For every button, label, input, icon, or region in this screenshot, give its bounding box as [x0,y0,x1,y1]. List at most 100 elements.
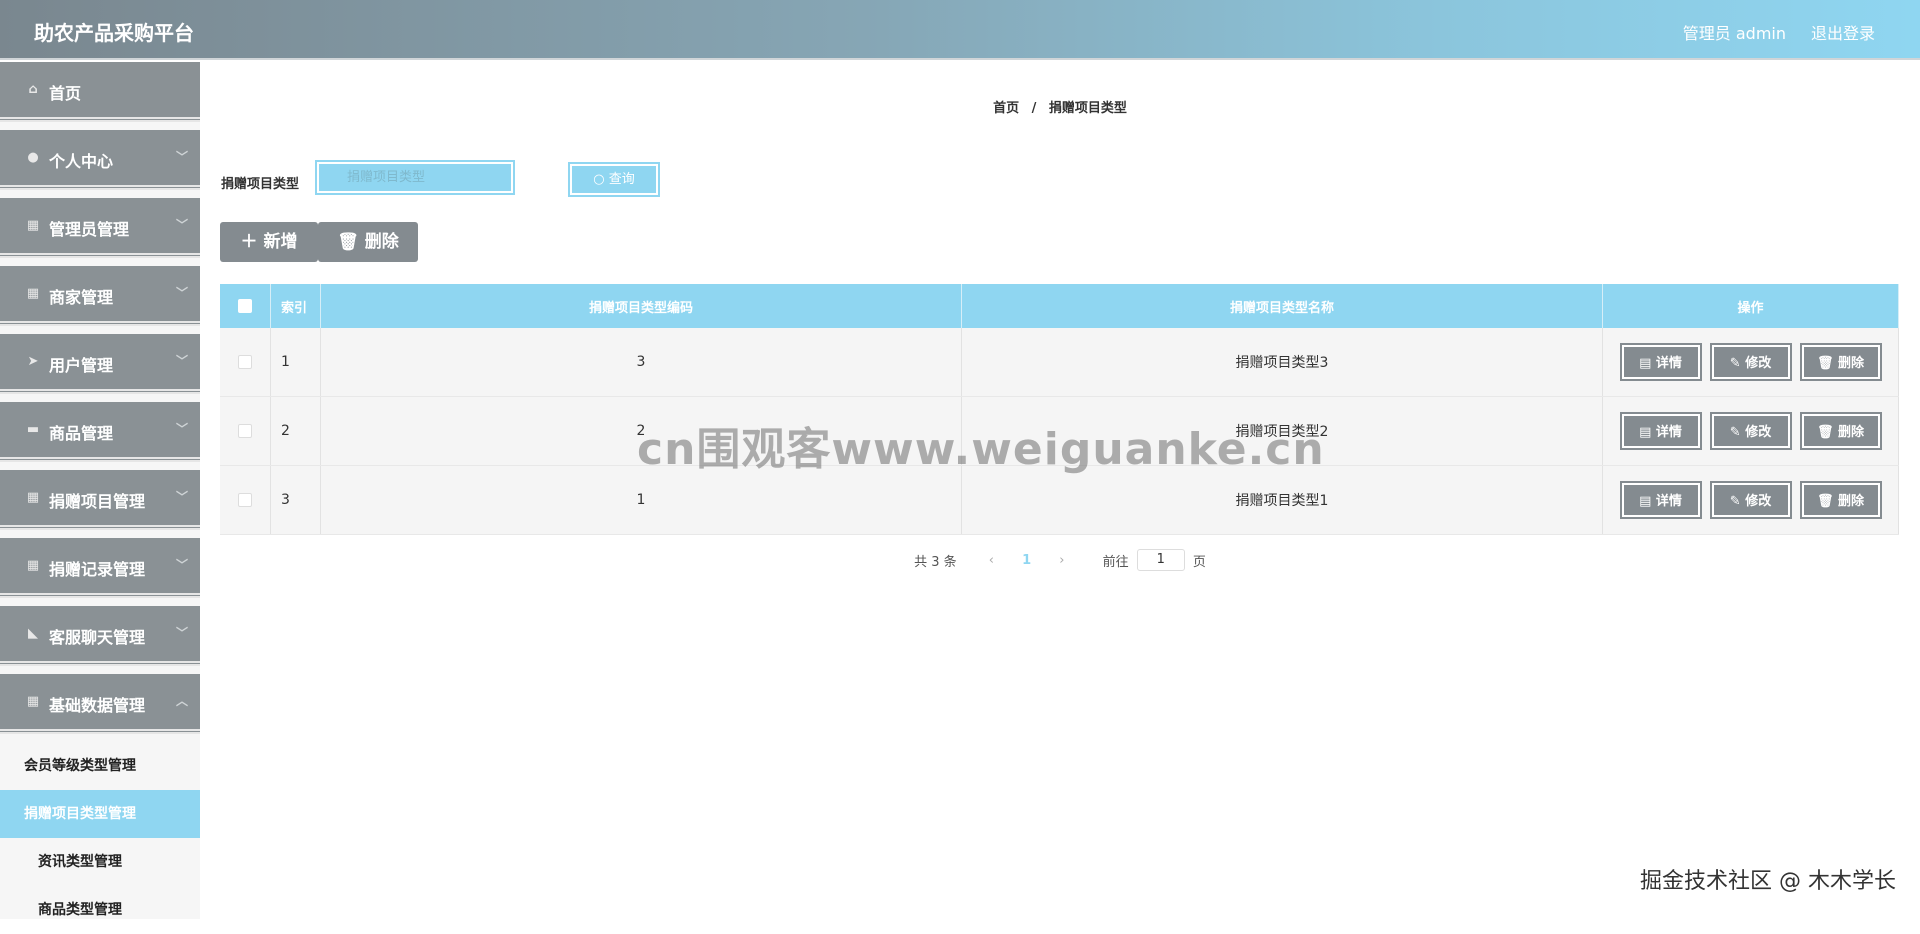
sidebar-subitem-member-level-type[interactable]: 会员等级类型管理 [0,742,200,790]
sidebar-item-home[interactable]: ⌂ 首页 [0,62,200,122]
sidebar-item-label: 基础数据管理 [49,696,146,715]
add-button[interactable]: ＋ 新增 [220,222,318,262]
trash-icon: 🗑 [1816,494,1838,509]
detail-button[interactable]: ▤ 详情 [1619,412,1702,450]
pagination-goto-input[interactable]: 1 [1136,549,1185,571]
select-all-checkbox-cell[interactable] [220,284,271,328]
pagination-page-1[interactable]: 1 [1022,553,1031,568]
row-checkbox[interactable] [238,424,252,438]
trash-icon: 🗑 [1816,425,1838,440]
chevron-down-icon: ﹀ [175,422,188,436]
chevron-left-icon[interactable]: ‹ [989,553,994,568]
sidebar-item-label: 商品管理 [49,424,114,443]
sidebar-item-label: 用户管理 [49,356,114,375]
grid-icon: ▦ [26,218,40,233]
sidebar-item-label: 商家管理 [49,288,114,307]
sidebar-item-product-management[interactable]: ▬ 商品管理 ﹀ [0,402,200,462]
sidebar-item-label: 捐赠项目管理 [49,492,146,511]
data-table: 索引 捐赠项目类型编码 捐赠项目类型名称 操作 1 3 捐赠项目类型3 ▤ 详情… [220,284,1899,535]
sidebar-item-donation-record-management[interactable]: ▦ 捐赠记录管理 ﹀ [0,538,200,598]
row-checkbox[interactable] [238,355,252,369]
chevron-down-icon: ﹀ [175,626,188,640]
sidebar-item-admin-management[interactable]: ▦ 管理员管理 ﹀ [0,198,200,258]
document-icon: ▤ [1639,425,1656,440]
delete-button[interactable]: 🗑 删除 [1799,481,1882,519]
app-title: 助农产品采购平台 [34,21,194,45]
row-checkbox-cell[interactable] [220,465,271,535]
sidebar-item-label: 管理员管理 [49,220,130,239]
trash-icon: 🗑 [337,232,359,252]
trash-icon: 🗑 [1816,356,1838,371]
pagination-goto-label: 前往 [1102,554,1129,570]
detail-button[interactable]: ▤ 详情 [1619,343,1702,381]
send-icon: ➤ [27,354,39,369]
delete-button[interactable]: 🗑 删除 [1799,343,1882,381]
pencil-icon: ✎ [1729,494,1746,509]
sidebar-item-base-data-management[interactable]: ▦ 基础数据管理 ︿ [0,674,200,734]
chat-icon: ▬ [26,422,40,437]
sidebar-item-customer-chat-management[interactable]: ◣ 客服聊天管理 ﹀ [0,606,200,666]
sidebar-item-donation-project-management[interactable]: ▦ 捐赠项目管理 ﹀ [0,470,200,530]
pagination-page-suffix: 页 [1192,554,1206,570]
user-icon: ● [27,150,39,165]
edit-button[interactable]: ✎ 修改 [1709,343,1792,381]
batch-delete-button[interactable]: 🗑 删除 [318,222,418,262]
row-checkbox[interactable] [238,493,252,507]
cell-index: 2 [270,396,321,466]
cell-index: 3 [270,465,321,535]
detail-label: 详情 [1655,425,1682,440]
watermark-corner: 掘金技术社区 @ 木木学长 [1640,869,1896,894]
detail-button[interactable]: ▤ 详情 [1619,481,1702,519]
sidebar-item-merchant-management[interactable]: ▦ 商家管理 ﹀ [0,266,200,326]
chevron-down-icon: ﹀ [175,558,188,572]
breadcrumb: 首页 / 捐赠项目类型 [200,97,1920,116]
breadcrumb-home[interactable]: 首页 [993,101,1019,116]
chevron-down-icon: ﹀ [175,286,188,300]
cell-code: 3 [320,328,962,397]
sidebar-item-user-management[interactable]: ➤ 用户管理 ﹀ [0,334,200,394]
chevron-up-icon: ︿ [175,694,188,708]
sidebar-subitem-product-type[interactable]: 商品类型管理 [0,886,200,934]
home-icon: ⌂ [28,82,38,97]
header-index: 索引 [270,284,321,328]
breadcrumb-separator: / [1031,101,1037,116]
query-button[interactable]: ○ 查询 [568,162,660,197]
breadcrumb-current: 捐赠项目类型 [1048,101,1127,116]
admin-label: 管理员 admin [1682,24,1786,43]
chevron-right-icon[interactable]: › [1059,553,1064,568]
grid-icon: ▦ [26,286,40,301]
row-checkbox-cell[interactable] [220,328,271,397]
query-button-label: 查询 [608,172,635,187]
sidebar-item-label: 客服聊天管理 [49,628,146,647]
edit-button[interactable]: ✎ 修改 [1709,412,1792,450]
sidebar: ⌂ 首页 ● 个人中心 ﹀ ▦ 管理员管理 ﹀ ▦ 商家管理 ﹀ ➤ 用户管理 … [0,62,200,919]
pagination: 共 3 条 ‹ 1 › 前往 1 页 [200,549,1920,571]
edit-button[interactable]: ✎ 修改 [1709,481,1792,519]
add-button-label: 新增 [263,232,298,252]
delete-button[interactable]: 🗑 删除 [1799,412,1882,450]
sidebar-item-label: 首页 [49,84,82,103]
select-all-checkbox[interactable] [238,299,252,313]
sidebar-subitem-news-type[interactable]: 资讯类型管理 [0,838,200,886]
main-content: 首页 / 捐赠项目类型 捐赠项目类型 ○ 查询 ＋ 新增 🗑 删除 索引 捐赠项… [200,62,1920,919]
chevron-down-icon: ﹀ [175,354,188,368]
sidebar-item-personal-center[interactable]: ● 个人中心 ﹀ [0,130,200,190]
header-operations: 操作 [1602,284,1899,328]
document-icon: ▤ [1639,494,1656,509]
row-checkbox-cell[interactable] [220,396,271,466]
detail-label: 详情 [1655,356,1682,371]
table-row: 1 3 捐赠项目类型3 ▤ 详情 ✎ 修改 🗑 删除 [220,328,1899,397]
delete-label: 删除 [1838,356,1865,371]
document-icon: ▤ [1639,356,1656,371]
logout-link[interactable]: 退出登录 [1811,20,1875,44]
search-input[interactable] [315,160,515,195]
apps-icon: ▦ [26,490,40,505]
sidebar-item-label: 捐赠记录管理 [49,560,146,579]
plus-icon: ＋ [240,232,258,252]
cell-name: 捐赠项目类型3 [961,328,1603,397]
sidebar-subitem-donation-project-type[interactable]: 捐赠项目类型管理 [0,790,200,838]
cell-index: 1 [270,328,321,397]
watermark-center: cn围观客www.weiguanke.cn [637,424,1325,475]
pencil-icon: ✎ [1729,425,1746,440]
top-header: 助农产品采购平台 管理员 admin 退出登录 [0,0,1920,60]
